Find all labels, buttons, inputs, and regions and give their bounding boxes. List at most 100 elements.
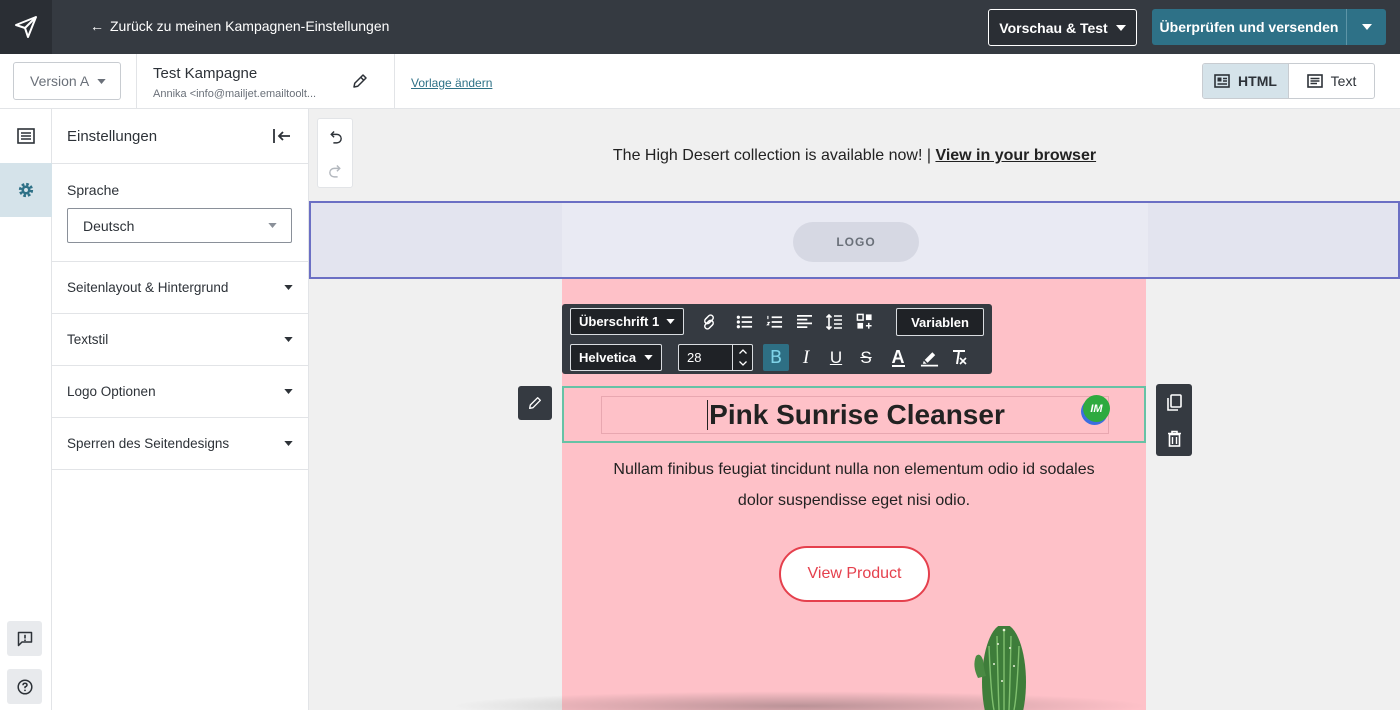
accordion-logo-options[interactable]: Logo Optionen	[52, 366, 308, 418]
link-icon[interactable]	[696, 308, 722, 335]
caret-down-icon	[1361, 24, 1372, 30]
feedback-button[interactable]	[7, 621, 42, 656]
language-section: Sprache Deutsch	[52, 164, 308, 262]
edit-block-button[interactable]	[518, 386, 552, 420]
accordion-text-style[interactable]: Textstil	[52, 314, 308, 366]
preview-button-label: Vorschau & Test	[999, 19, 1108, 36]
send-button-label: Überprüfen und versenden	[1159, 19, 1339, 35]
back-link-label: Zurück zu meinen Kampagnen-Einstellungen	[110, 18, 390, 34]
caret-down-icon	[284, 441, 293, 446]
settings-panel: Einstellungen Sprache Deutsch Seitenlayo…	[52, 109, 309, 710]
preheader-text: The High Desert collection is available …	[309, 147, 1400, 165]
line-height-icon[interactable]	[821, 308, 847, 335]
caret-down-icon	[644, 355, 653, 360]
caret-down-icon	[666, 319, 675, 324]
arrow-left-icon: ←	[90, 18, 104, 34]
back-to-campaign-settings-link[interactable]: ← Zurück zu meinen Kampagnen-Einstellung…	[90, 18, 389, 34]
caret-down-icon	[1115, 24, 1126, 31]
strikethrough-icon[interactable]: S	[853, 344, 879, 371]
special-characters-icon[interactable]	[851, 308, 877, 335]
divider	[136, 54, 137, 108]
panel-header: Einstellungen	[52, 109, 308, 164]
html-doc-icon	[1214, 74, 1230, 88]
preheader-label: The High Desert collection is available …	[612, 147, 936, 164]
mode-text-button[interactable]: Text	[1289, 64, 1374, 98]
collapse-panel-icon[interactable]	[272, 128, 292, 144]
pencil-icon	[529, 397, 541, 409]
caret-down-icon	[284, 285, 293, 290]
underline-icon[interactable]: U	[823, 344, 849, 371]
mode-html-button[interactable]: HTML	[1203, 64, 1289, 98]
send-plane-icon[interactable]	[0, 0, 52, 54]
chevron-down-icon[interactable]	[733, 358, 752, 371]
rich-text-toolbar: Überschrift 1 Variablen Helvetica 28 B I…	[562, 304, 992, 374]
view-product-button[interactable]: View Product	[779, 546, 930, 602]
change-template-link[interactable]: Vorlage ändern	[411, 76, 492, 90]
caret-down-icon	[284, 389, 293, 394]
chevron-up-icon[interactable]	[733, 345, 752, 358]
content-blocks-rail-button[interactable]	[0, 109, 52, 163]
pencil-icon[interactable]	[351, 72, 369, 95]
top-bar: ← Zurück zu meinen Kampagnen-Einstellung…	[0, 0, 1400, 54]
accordion-label: Textstil	[67, 332, 109, 347]
panel-title: Einstellungen	[67, 127, 158, 145]
logo-section-selected[interactable]: LOGO	[309, 201, 1400, 279]
numbered-list-icon[interactable]	[761, 308, 787, 335]
language-select[interactable]: Deutsch	[67, 208, 292, 243]
caret-down-icon	[97, 78, 106, 84]
block-actions	[1156, 384, 1192, 456]
help-button[interactable]	[7, 669, 42, 704]
caret-down-icon	[268, 223, 277, 228]
clear-formatting-icon[interactable]	[946, 344, 972, 371]
headline-text-editor[interactable]: Pink Sunrise Cleanser	[564, 388, 1148, 441]
campaign-bar: Version A Test Kampagne Annika <info@mai…	[0, 54, 1400, 109]
duplicate-icon[interactable]	[1156, 384, 1192, 420]
headline-block-selected[interactable]: Pink Sunrise Cleanser IM	[562, 386, 1146, 443]
cactus-image	[974, 626, 1026, 710]
italic-icon[interactable]: I	[793, 344, 819, 371]
font-size-value: 28	[687, 350, 702, 365]
view-in-browser-link[interactable]: View in your browser	[935, 147, 1096, 164]
divider	[394, 54, 395, 108]
preview-test-button[interactable]: Vorschau & Test	[988, 9, 1137, 46]
settings-rail-button[interactable]	[0, 163, 52, 217]
mode-html-label: HTML	[1238, 73, 1277, 89]
trash-icon[interactable]	[1156, 420, 1192, 456]
send-options-dropdown[interactable]	[1346, 9, 1386, 45]
logo-placeholder[interactable]: LOGO	[793, 222, 919, 262]
help-icon	[16, 678, 33, 695]
highlight-icon[interactable]	[916, 344, 942, 371]
bold-icon[interactable]: B	[763, 344, 789, 371]
campaign-sender: Annika <info@mailjet.emailtoolt...	[153, 88, 317, 100]
caret-down-icon	[284, 337, 293, 342]
variables-button[interactable]: Variablen	[896, 308, 984, 336]
headline-text: Pink Sunrise Cleanser	[709, 398, 1005, 430]
version-select[interactable]: Version A	[13, 62, 121, 100]
im-extension-badge[interactable]: IM	[1083, 395, 1110, 422]
version-label: Version A	[30, 73, 90, 89]
left-icon-rail	[0, 109, 52, 710]
accordion-label: Logo Optionen	[67, 384, 156, 399]
review-send-button[interactable]: Überprüfen und versenden	[1152, 9, 1386, 45]
align-left-icon[interactable]	[791, 308, 817, 335]
accordion-lock-design[interactable]: Sperren des Seitendesigns	[52, 418, 308, 470]
font-family-value: Helvetica	[579, 350, 637, 365]
mode-text-label: Text	[1330, 73, 1357, 89]
gear-icon	[18, 182, 34, 198]
email-canvas: The High Desert collection is available …	[309, 109, 1400, 710]
language-value: Deutsch	[83, 217, 135, 234]
block-style-select[interactable]: Überschrift 1	[570, 308, 684, 335]
bullet-list-icon[interactable]	[731, 308, 757, 335]
text-caret	[707, 399, 709, 430]
accordion-label: Sperren des Seitendesigns	[67, 436, 230, 451]
campaign-name: Test Kampagne	[153, 65, 258, 82]
feedback-icon	[17, 631, 32, 646]
font-family-select[interactable]: Helvetica	[570, 344, 662, 371]
accordion-page-layout[interactable]: Seitenlayout & Hintergrund	[52, 262, 308, 314]
font-size-arrows	[732, 345, 752, 370]
text-color-icon[interactable]: A	[885, 344, 911, 371]
block-style-value: Überschrift 1	[579, 314, 660, 329]
language-label: Sprache	[67, 182, 120, 198]
body-paragraph[interactable]: Nullam finibus feugiat tincidunt nulla n…	[562, 454, 1146, 516]
font-size-stepper[interactable]: 28	[678, 344, 753, 371]
